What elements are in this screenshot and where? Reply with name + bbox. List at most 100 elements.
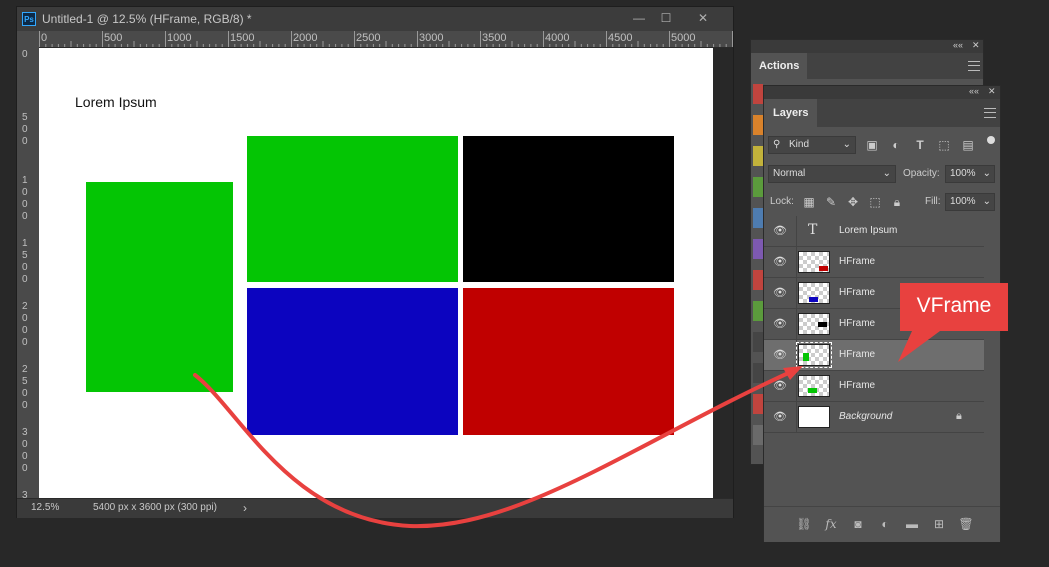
collapse-icon[interactable]: «« xyxy=(969,86,979,96)
action-color-swatch xyxy=(753,332,763,352)
chevron-down-icon: ⌄ xyxy=(882,168,891,179)
document-window: Ps Untitled-1 @ 12.5% (HFrame, RGB/8) * … xyxy=(16,6,734,518)
action-color-swatch xyxy=(753,363,763,383)
layer-thumbnail[interactable] xyxy=(798,375,830,397)
lock-position-icon[interactable]: ✥ xyxy=(845,194,861,210)
layer-name[interactable]: HFrame xyxy=(839,256,875,267)
folder-icon[interactable]: ▬ xyxy=(904,517,920,531)
canvas-text-lorem-ipsum: Lorem Ipsum xyxy=(75,94,157,110)
zoom-level[interactable]: 12.5% xyxy=(31,502,59,513)
tab-actions[interactable]: Actions xyxy=(751,53,808,79)
layer-name[interactable]: Lorem Ipsum xyxy=(839,225,897,236)
close-icon[interactable]: ✕ xyxy=(988,86,996,97)
collapse-icon[interactable]: «« xyxy=(953,40,963,50)
chevron-down-icon: ⌄ xyxy=(982,196,991,207)
layer-thumbnail[interactable] xyxy=(798,282,830,304)
minimize-button[interactable]: — xyxy=(628,10,650,26)
layer-row[interactable]: 👁︎ HFrame xyxy=(764,340,984,371)
type-filter-icon[interactable]: T xyxy=(912,137,928,153)
layer-row[interactable]: 👁︎ HFrame xyxy=(764,247,984,278)
horizontal-ruler[interactable]: 0 500 1000 1500 2000 2500 3000 3500 4000 4500 5000 xyxy=(39,31,733,48)
panel-menu-icon[interactable] xyxy=(968,61,980,71)
ruler-label: 2000 xyxy=(293,32,318,44)
layer-row[interactable]: 👁︎ T Lorem Ipsum xyxy=(764,216,984,247)
action-color-swatch xyxy=(753,146,763,166)
visibility-eye-icon[interactable]: 👁︎ xyxy=(773,380,787,392)
lock-artboard-icon[interactable]: ⬚ xyxy=(867,194,883,210)
row-divider xyxy=(796,340,797,370)
layer-name[interactable]: Background xyxy=(839,411,892,422)
layer-thumbnail[interactable] xyxy=(796,342,832,368)
red-frame xyxy=(463,288,674,435)
blue-frame xyxy=(247,288,458,435)
fill-field[interactable]: 100% ⌄ xyxy=(945,193,995,211)
opacity-field[interactable]: 100% ⌄ xyxy=(945,165,995,183)
chevron-down-icon: ⌄ xyxy=(982,168,991,179)
green-frame xyxy=(247,136,458,282)
canvas-area[interactable]: Lorem Ipsum xyxy=(39,48,733,498)
adjustment-icon[interactable]: ◐ xyxy=(877,517,893,531)
ruler-label: 4000 xyxy=(545,32,570,44)
ruler-label: 5000 xyxy=(671,32,696,44)
layer-thumbnail[interactable] xyxy=(798,251,830,273)
action-color-swatch xyxy=(753,425,763,445)
document-dimensions[interactable]: 5400 px x 3600 px (300 ppi) xyxy=(93,502,217,513)
visibility-eye-icon[interactable]: 👁︎ xyxy=(773,256,787,268)
layer-name[interactable]: HFrame xyxy=(839,287,875,298)
link-icon[interactable]: ⛓ xyxy=(796,517,812,531)
smart-object-filter-icon[interactable]: ▤ xyxy=(960,137,976,153)
shape-filter-icon[interactable]: ⬚ xyxy=(936,137,952,153)
chevron-down-icon: ⌄ xyxy=(842,139,851,150)
blend-mode-value: Normal xyxy=(773,168,806,179)
new-layer-icon[interactable]: ⊞ xyxy=(931,517,947,531)
layers-panel-header[interactable]: «« ✕ xyxy=(764,86,1000,99)
image-filter-icon[interactable]: ▣ xyxy=(864,137,880,153)
action-color-swatch xyxy=(753,394,763,414)
action-color-swatch xyxy=(753,84,763,104)
vertical-ruler[interactable]: 0500100015002000250030003 xyxy=(17,47,40,498)
action-color-swatch xyxy=(753,115,763,135)
layer-name[interactable]: HFrame xyxy=(839,380,875,391)
document-title-bar[interactable]: Ps Untitled-1 @ 12.5% (HFrame, RGB/8) * … xyxy=(17,7,733,31)
close-icon[interactable]: ✕ xyxy=(972,40,980,51)
document-canvas[interactable]: Lorem Ipsum xyxy=(39,48,713,498)
mask-icon[interactable]: ◙ xyxy=(850,517,866,531)
trash-icon[interactable]: 🗑︎ xyxy=(958,517,974,531)
layers-footer: ⛓ fx ◙ ◐ ▬ ⊞ 🗑︎ xyxy=(764,506,1000,542)
close-button[interactable]: ✕ xyxy=(692,10,714,26)
thumbnail-content xyxy=(803,353,809,361)
status-menu-arrow[interactable]: › xyxy=(243,501,247,515)
lock-transparent-icon[interactable]: ▦ xyxy=(801,194,817,210)
adjustment-filter-icon[interactable]: ◐ xyxy=(888,137,904,153)
layer-name[interactable]: HFrame xyxy=(839,349,875,360)
row-divider xyxy=(796,402,797,432)
fx-icon[interactable]: fx xyxy=(823,517,839,531)
layer-row[interactable]: 👁︎ Background 🔒︎ xyxy=(764,402,984,433)
status-bar: 12.5% 5400 px x 3600 px (300 ppi) › xyxy=(17,498,733,518)
visibility-eye-icon[interactable]: 👁︎ xyxy=(773,287,787,299)
layer-thumbnail[interactable] xyxy=(798,406,830,428)
text-layer-icon: T xyxy=(808,222,818,238)
blend-mode-dropdown[interactable]: Normal ⌄ xyxy=(768,165,896,183)
tab-layers[interactable]: Layers xyxy=(764,99,818,127)
layer-row[interactable]: 👁︎ HFrame xyxy=(764,371,984,402)
lock-all-icon[interactable]: 🔒︎ xyxy=(889,194,905,210)
maximize-button[interactable]: ☐ xyxy=(655,10,677,26)
layer-thumbnail[interactable] xyxy=(798,313,830,335)
visibility-eye-icon[interactable]: 👁︎ xyxy=(773,349,787,361)
filter-toggle-icon[interactable] xyxy=(987,136,995,144)
ruler-corner[interactable] xyxy=(17,31,39,47)
row-divider xyxy=(796,247,797,277)
ruler-label: 500 xyxy=(104,32,123,44)
row-divider xyxy=(796,216,797,246)
visibility-eye-icon[interactable]: 👁︎ xyxy=(773,318,787,330)
lock-image-icon[interactable]: ✎ xyxy=(823,194,839,210)
panel-menu-icon[interactable] xyxy=(984,108,996,118)
visibility-eye-icon[interactable]: 👁︎ xyxy=(773,411,787,423)
layer-name[interactable]: HFrame xyxy=(839,318,875,329)
action-color-swatch xyxy=(753,208,763,228)
filter-kind-dropdown[interactable]: ⚲ Kind ⌄ xyxy=(768,136,856,154)
visibility-eye-icon[interactable]: 👁︎ xyxy=(773,225,787,237)
actions-panel-header[interactable]: «« ✕ xyxy=(751,40,983,53)
layers-tab-bar: Layers xyxy=(764,99,1000,127)
